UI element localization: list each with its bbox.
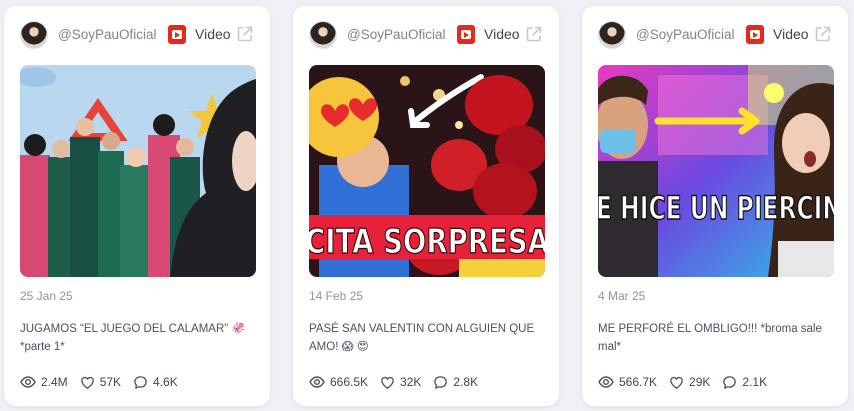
video-thumbnail[interactable]: E HICE UN PIERCIN bbox=[598, 65, 834, 277]
post-date: 25 Jan 25 bbox=[20, 289, 73, 303]
comments-stat: 4.6K bbox=[133, 375, 178, 390]
post-date: 14 Feb 25 bbox=[309, 289, 364, 303]
eye-icon bbox=[20, 376, 36, 388]
views-count: 2.4M bbox=[41, 375, 68, 389]
views-count: 566.7K bbox=[619, 375, 658, 389]
card-header: @SoyPauOficial Video bbox=[20, 20, 254, 50]
post-caption: ME PERFORÉ EL OMBLIGO!!! *broma sale mal… bbox=[598, 323, 822, 353]
comments-count: 4.6K bbox=[153, 375, 178, 389]
post-type-label: Video bbox=[195, 26, 231, 42]
thumbnail-title: E HICE UN PIERCIN bbox=[598, 189, 834, 227]
views-stat: 2.4M bbox=[20, 374, 68, 390]
comment-icon bbox=[134, 375, 147, 389]
likes-count: 57K bbox=[99, 375, 122, 389]
post-stats: 2.4M 57K 4.6K bbox=[20, 373, 190, 391]
youtube-icon bbox=[746, 25, 764, 44]
eye-icon bbox=[598, 376, 614, 388]
external-link-icon[interactable] bbox=[525, 25, 543, 43]
post-card[interactable]: @SoyPauOficial Video bbox=[4, 6, 270, 406]
views-stat: 566.7K bbox=[598, 374, 657, 390]
external-link-icon[interactable] bbox=[814, 25, 832, 43]
post-stats: 666.5K 32K 2.8K bbox=[309, 373, 490, 391]
card-header: @SoyPauOficial Video bbox=[598, 20, 832, 50]
likes-stat: 29K bbox=[669, 375, 710, 390]
likes-count: 32K bbox=[400, 375, 422, 389]
youtube-icon bbox=[168, 25, 186, 44]
likes-count: 29K bbox=[689, 375, 711, 389]
comment-icon bbox=[434, 375, 448, 389]
thumbnail-title: CITA SORPRESA bbox=[309, 222, 545, 262]
account-handle[interactable]: @SoyPauOficial bbox=[636, 27, 735, 42]
comments-stat: 2.1K bbox=[722, 375, 767, 390]
post-type-label: Video bbox=[773, 26, 809, 42]
video-thumbnail[interactable] bbox=[20, 65, 256, 277]
card-header: @SoyPauOficial Video bbox=[309, 20, 543, 50]
avatar[interactable] bbox=[20, 21, 48, 49]
heart-icon bbox=[381, 376, 394, 389]
comments-count: 2.1K bbox=[742, 375, 768, 389]
video-thumbnail[interactable]: CITA SORPRESA bbox=[309, 65, 545, 277]
post-type-label: Video bbox=[484, 26, 520, 42]
account-handle[interactable]: @SoyPauOficial bbox=[58, 27, 157, 42]
post-date: 4 Mar 25 bbox=[598, 289, 646, 303]
heart-icon bbox=[80, 376, 94, 389]
eye-icon bbox=[309, 376, 325, 388]
youtube-icon bbox=[457, 25, 475, 44]
avatar[interactable] bbox=[598, 21, 626, 49]
views-count: 666.5K bbox=[330, 375, 369, 389]
comments-stat: 2.8K bbox=[433, 375, 478, 390]
account-handle[interactable]: @SoyPauOficial bbox=[347, 27, 446, 42]
post-card[interactable]: @SoyPauOficial Video bbox=[582, 6, 848, 406]
post-stats: 566.7K 29K 2.1K bbox=[598, 373, 779, 391]
external-link-icon[interactable] bbox=[236, 25, 254, 43]
heart-icon bbox=[670, 376, 683, 389]
post-caption: PASÉ SAN VALENTIN CON ALGUIEN QUE AMO! 😱… bbox=[309, 323, 535, 353]
avatar[interactable] bbox=[309, 21, 337, 49]
likes-stat: 57K bbox=[80, 375, 121, 390]
likes-stat: 32K bbox=[380, 375, 421, 390]
comments-count: 2.8K bbox=[453, 375, 479, 389]
post-caption: JUGAMOS “EL JUEGO DEL CALAMAR” 🦑 *parte … bbox=[20, 323, 246, 353]
post-card[interactable]: @SoyPauOficial Video CITA SORPRESA 14 Fe… bbox=[293, 6, 559, 406]
views-stat: 666.5K bbox=[309, 374, 368, 390]
comment-icon bbox=[723, 375, 737, 389]
